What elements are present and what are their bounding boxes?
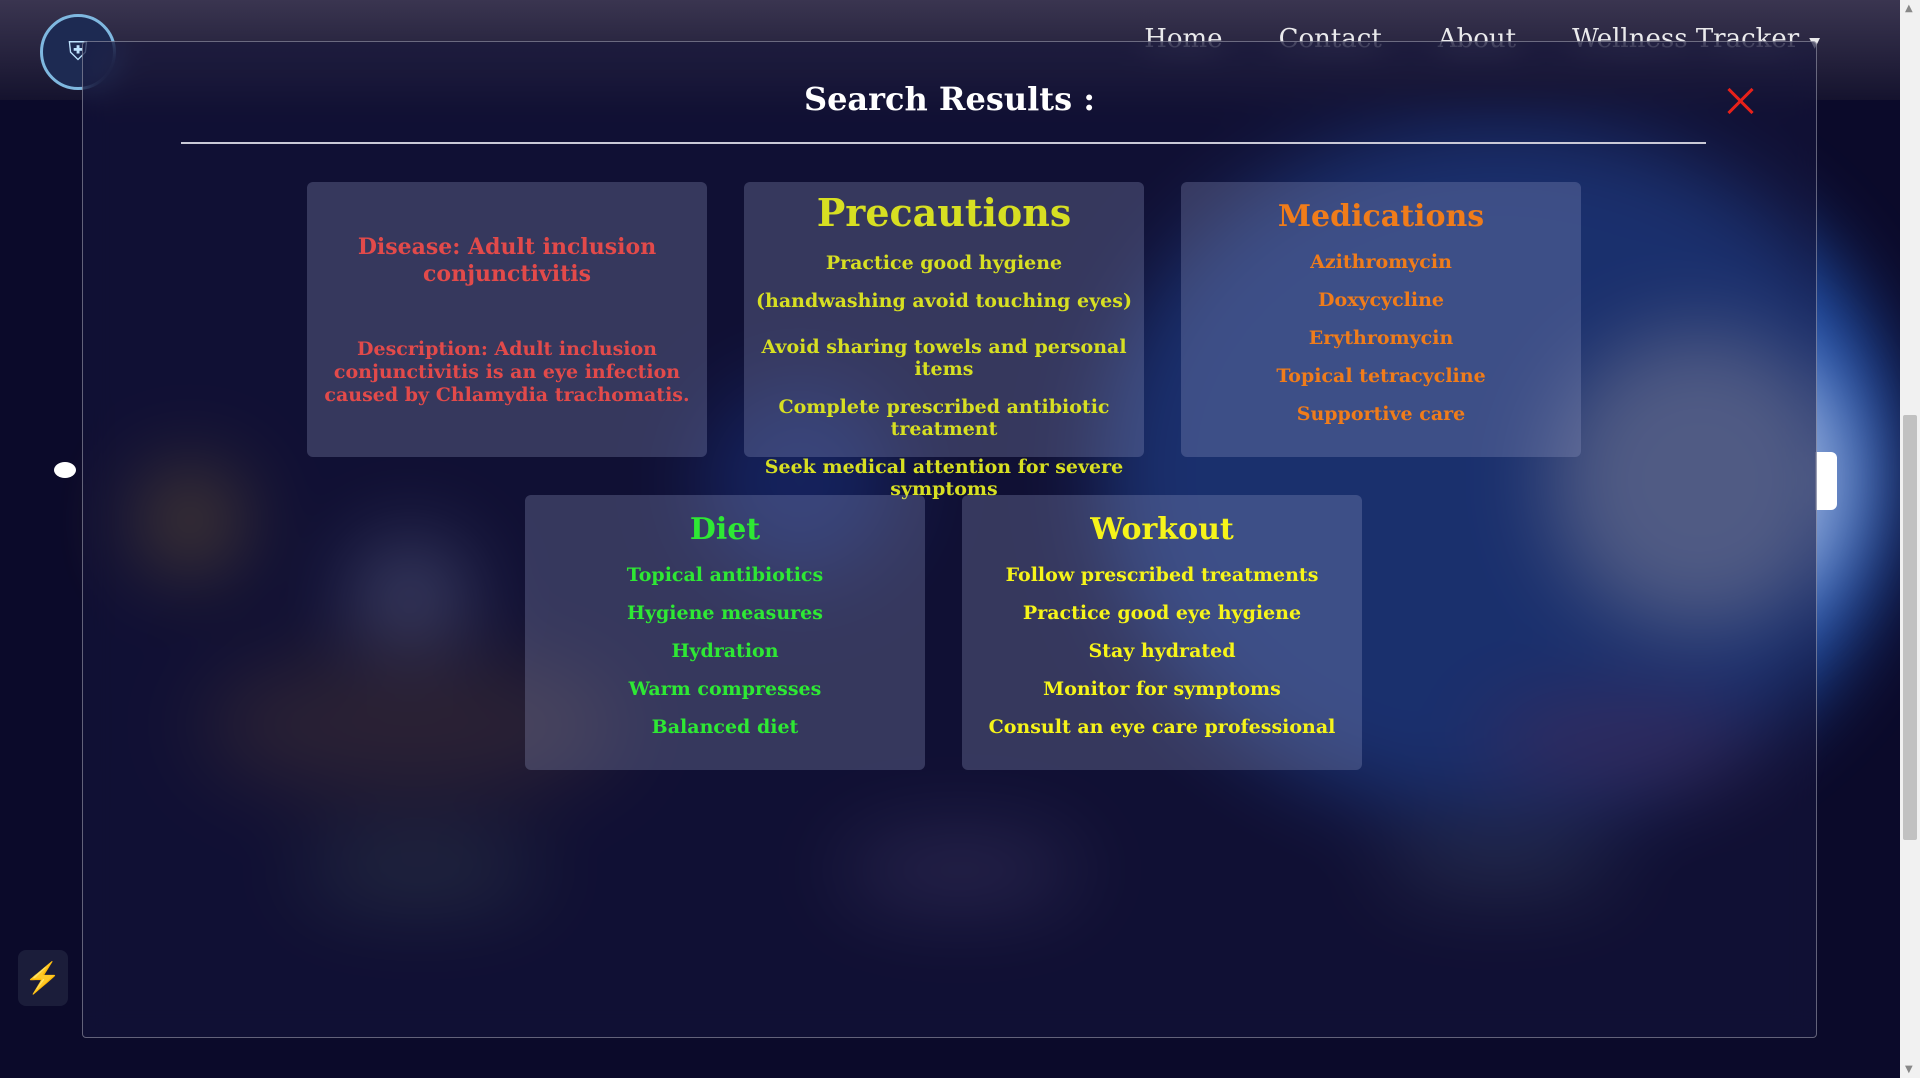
precautions-title: Precautions	[816, 190, 1072, 235]
precautions-card: Precautions Practice good hygiene (handw…	[744, 182, 1144, 500]
list-item: Warm compresses	[628, 678, 822, 700]
disease-name: Disease: Adult inclusion conjunctivitis	[357, 234, 657, 287]
medications-title: Medications	[1277, 199, 1485, 234]
list-item: Stay hydrated	[1088, 640, 1236, 662]
diet-list: Topical antibiotics Hygiene measures Hyd…	[531, 564, 919, 738]
precautions-list: Practice good hygiene (handwashing avoid…	[750, 244, 1138, 500]
scroll-down-arrow-icon[interactable]: ▼	[1905, 1064, 1913, 1075]
list-item: Doxycycline	[1317, 289, 1445, 311]
list-item: Topical antibiotics	[626, 564, 824, 586]
medications-list: Azithromycin Doxycycline Erythromycin To…	[1187, 251, 1575, 425]
list-item: Consult an eye care professional	[988, 716, 1336, 738]
lightning-widget-icon[interactable]: ⚡	[18, 950, 68, 1006]
list-item: Erythromycin	[1308, 327, 1454, 349]
workout-title: Workout	[1090, 512, 1234, 547]
list-item: Azithromycin	[1310, 251, 1452, 273]
workout-list: Follow prescribed treatments Practice go…	[968, 564, 1356, 738]
chat-bubble-icon[interactable]	[54, 462, 76, 478]
search-results-modal: Search Results : Disease: Adult inclusio…	[82, 41, 1817, 1038]
close-icon[interactable]	[1723, 84, 1759, 120]
side-tab[interactable]	[1815, 452, 1837, 510]
disease-description: Description: Adult inclusion conjunctivi…	[324, 338, 690, 406]
diet-card: Diet Topical antibiotics Hygiene measure…	[525, 495, 925, 770]
disease-card: Disease: Adult inclusion conjunctivitis …	[307, 182, 707, 457]
list-item: Seek medical attention for severe sympto…	[764, 456, 1124, 500]
list-item: Hygiene measures	[627, 602, 823, 624]
list-item: Practice good hygiene (handwashing avoid…	[756, 252, 1132, 312]
page-scrollbar[interactable]: ▲ ▼	[1900, 0, 1920, 1078]
list-item: Practice good eye hygiene	[1022, 602, 1302, 624]
scroll-up-arrow-icon[interactable]: ▲	[1905, 3, 1913, 14]
medications-card: Medications Azithromycin Doxycycline Ery…	[1181, 182, 1581, 457]
list-item: Hydration	[671, 640, 779, 662]
scroll-thumb[interactable]	[1903, 415, 1917, 840]
list-item: Balanced diet	[651, 716, 799, 738]
diet-title: Diet	[689, 512, 761, 547]
list-item: Follow prescribed treatments	[1005, 564, 1319, 586]
divider	[181, 142, 1706, 144]
list-item: Avoid sharing towels and personal items	[761, 336, 1127, 380]
workout-card: Workout Follow prescribed treatments Pra…	[962, 495, 1362, 770]
list-item: Monitor for symptoms	[1043, 678, 1281, 700]
list-item: Complete prescribed antibiotic treatment	[778, 396, 1110, 440]
list-item: Supportive care	[1296, 403, 1466, 425]
modal-title: Search Results :	[803, 80, 1096, 118]
list-item: Topical tetracycline	[1276, 365, 1486, 387]
